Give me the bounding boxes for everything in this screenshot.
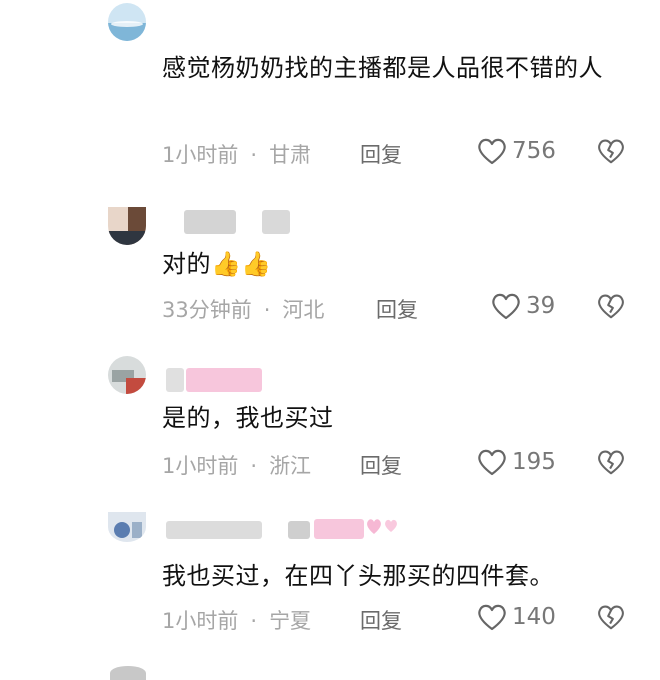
comment-text: 我也买过，在四丫头那买的四件套。 [162,562,554,590]
username-mosaic [166,368,184,392]
dislike-button[interactable] [596,136,626,170]
comment-text: 感觉杨奶奶找的主播都是人品很不错的人 [162,54,603,82]
comment-meta: 1小时前 · 甘肃 [162,139,311,169]
meta-separator: · [250,143,258,167]
broken-heart-icon [598,605,624,630]
comment-location: 宁夏 [269,609,312,633]
avatar[interactable] [108,3,146,41]
comment-meta: 33分钟前 · 河北 [162,294,324,324]
broken-heart-icon [598,139,624,164]
username-mosaic [288,521,310,539]
username-mosaic [184,210,236,234]
like-count: 195 [512,449,556,475]
heart-outline-icon [478,604,506,631]
dislike-button[interactable] [596,447,626,481]
comment-meta: 1小时前 · 浙江 [162,450,311,480]
comment-time: 1小时前 [162,609,239,633]
comment-time: 33分钟前 [162,298,252,322]
heart-outline-icon [478,449,506,476]
broken-heart-icon [598,294,624,319]
avatar[interactable] [108,356,146,394]
comment-text: 对的👍👍 [162,250,272,278]
like-count: 39 [526,293,556,319]
comment-time: 1小时前 [162,454,239,478]
like-count: 140 [512,604,556,630]
username-mosaic [314,519,364,539]
heart-sticker-icon [364,514,404,542]
like-count: 756 [512,138,556,164]
meta-separator: · [263,298,271,322]
like-button[interactable]: 39 [490,291,555,321]
username-mosaic [186,368,262,392]
broken-heart-icon [598,450,624,475]
dislike-button[interactable] [596,291,626,325]
reply-button[interactable]: 回复 [360,605,402,635]
comment-text: 是的，我也买过 [162,404,334,432]
comment-location: 河北 [282,298,325,322]
avatar[interactable] [108,207,146,245]
dislike-button[interactable] [596,602,626,636]
like-button[interactable]: 140 [476,602,556,632]
avatar[interactable] [110,666,146,680]
comment-location: 浙江 [269,454,312,478]
username-mosaic [166,521,262,539]
heart-outline-icon [478,138,506,165]
comment-meta: 1小时前 · 宁夏 [162,605,311,635]
like-button[interactable]: 756 [476,136,556,166]
comment-time: 1小时前 [162,143,239,167]
username-mosaic [262,210,290,234]
avatar[interactable] [108,512,146,542]
like-button[interactable]: 195 [476,447,556,477]
meta-separator: · [250,454,258,478]
reply-button[interactable]: 回复 [376,294,418,324]
reply-button[interactable]: 回复 [360,450,402,480]
reply-button[interactable]: 回复 [360,139,402,169]
meta-separator: · [250,609,258,633]
comment-location: 甘肃 [269,143,312,167]
heart-outline-icon [492,293,520,320]
